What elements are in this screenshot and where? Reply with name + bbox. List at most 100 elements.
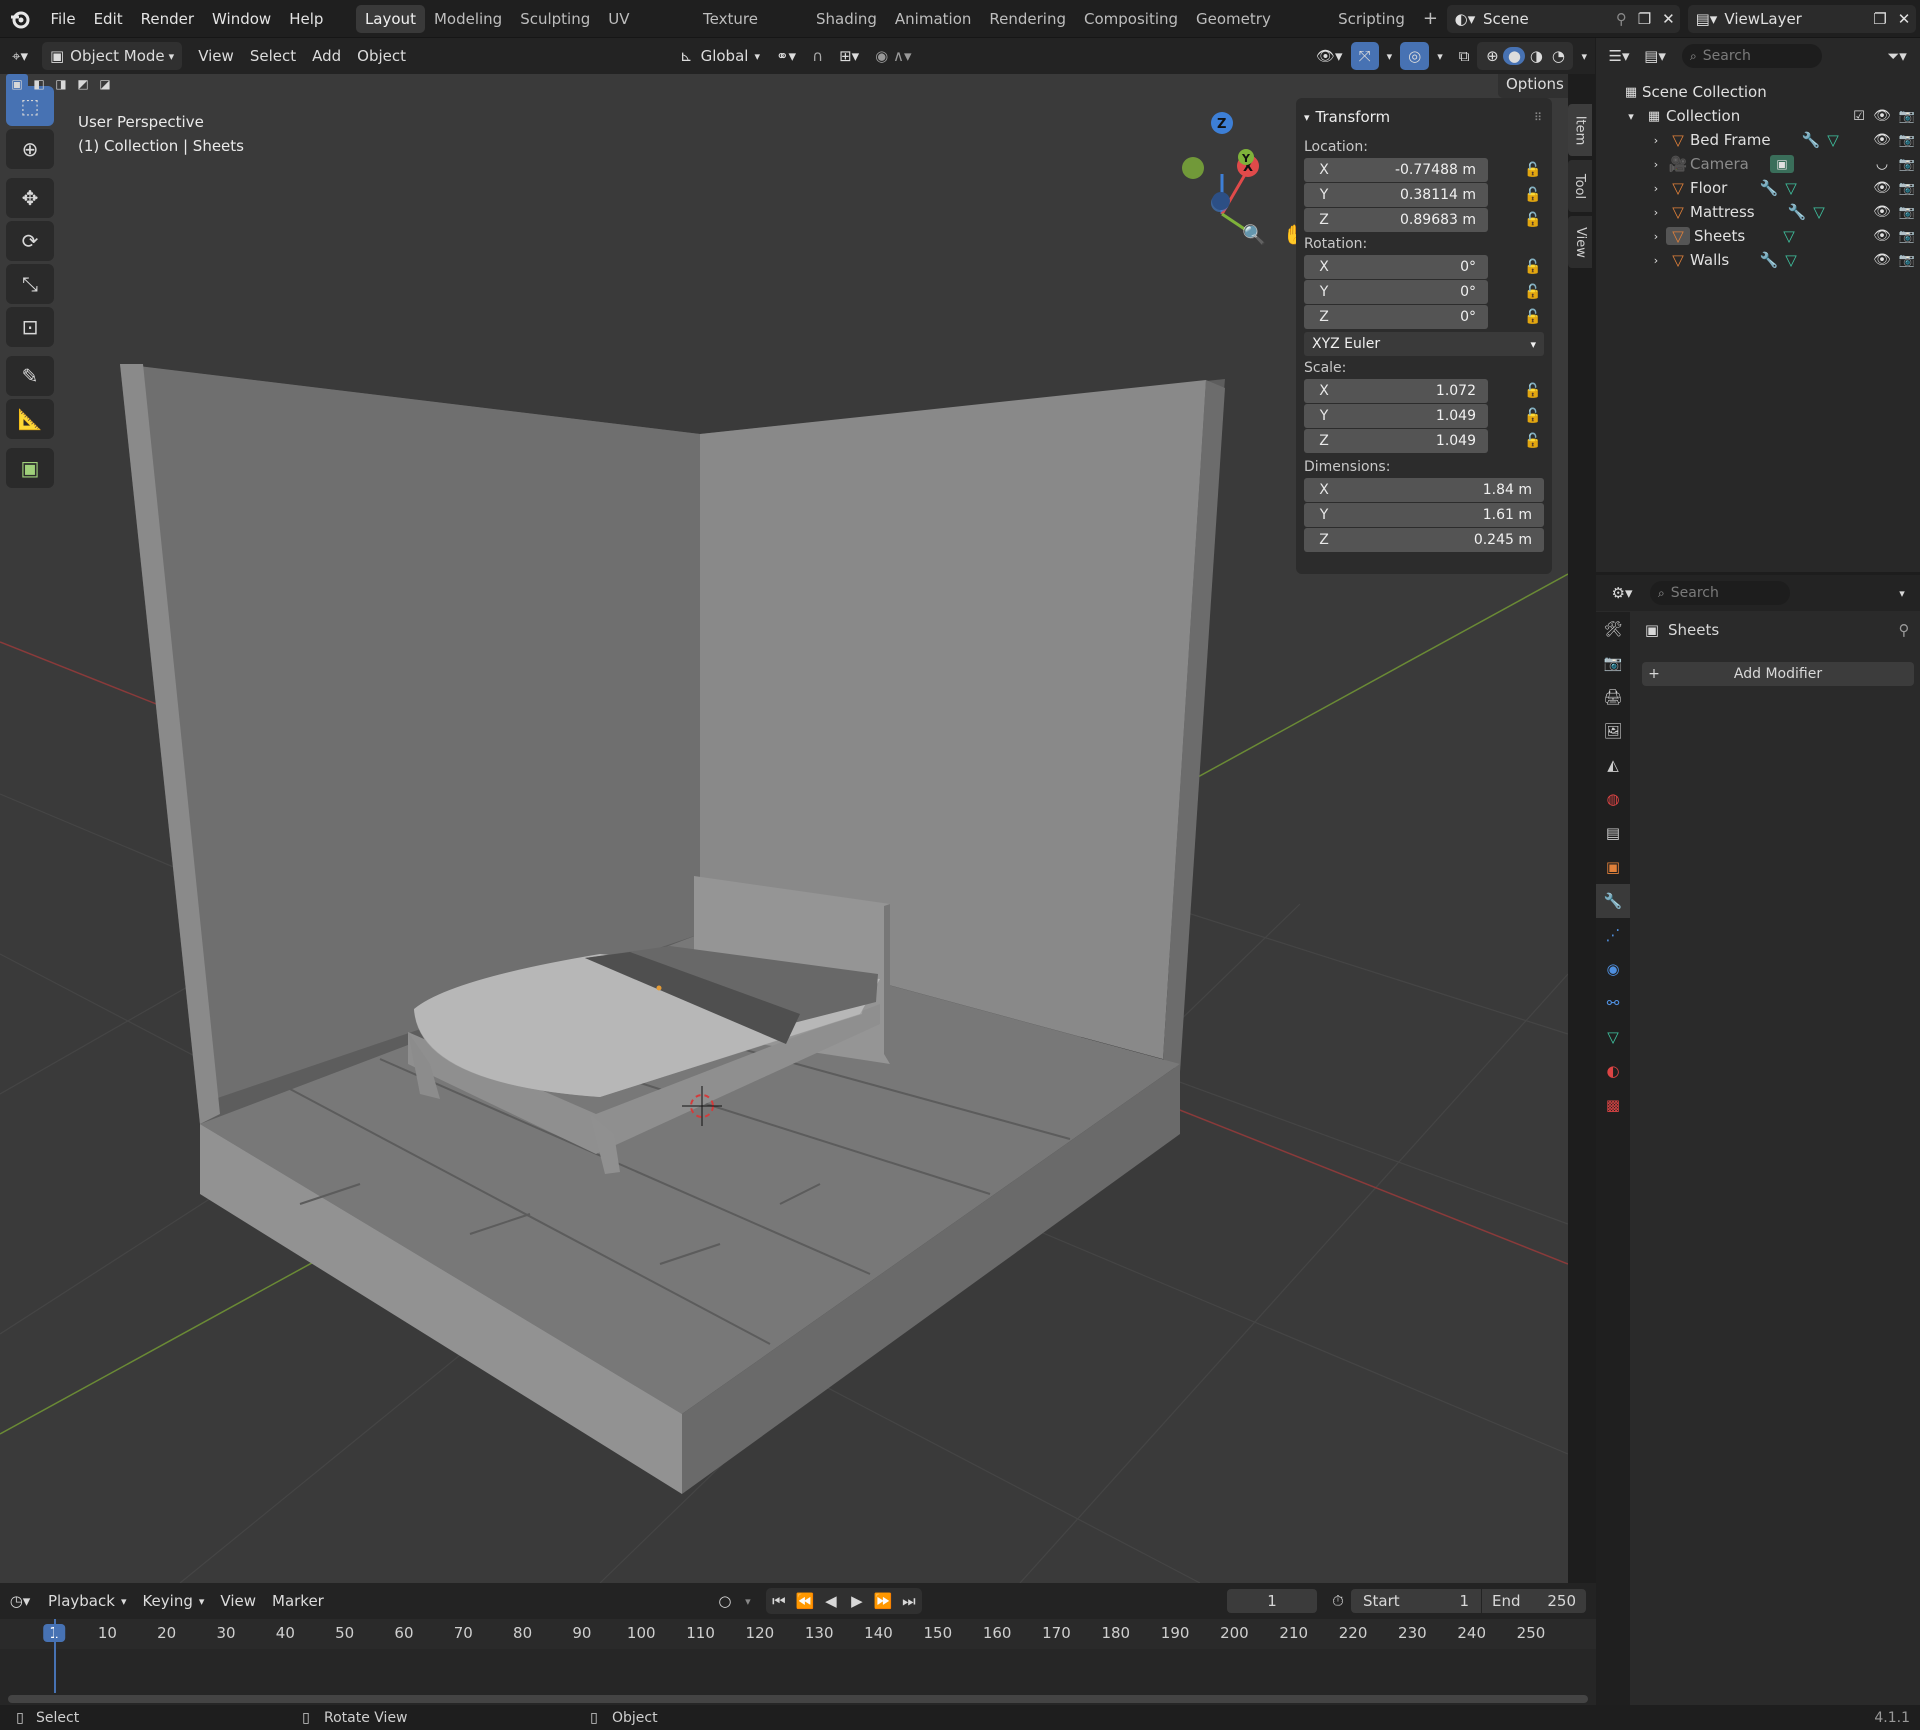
camera-data-icon[interactable]: ▣: [1770, 155, 1794, 173]
lock-icon[interactable]: 🔓: [1522, 380, 1544, 402]
pivot-point-button[interactable]: ⚭▾: [768, 42, 804, 70]
render-properties-icon[interactable]: 📷: [1596, 646, 1630, 680]
frame-ruler[interactable]: 1102030405060708090100110120130140150160…: [0, 1619, 1596, 1649]
chevron-right-icon[interactable]: ›: [1646, 182, 1666, 195]
chevron-right-icon[interactable]: ›: [1646, 254, 1666, 267]
keying-menu[interactable]: Keying ▾: [134, 1587, 212, 1615]
add-cube-tool[interactable]: ▣: [6, 448, 54, 488]
rotate-tool[interactable]: ⟳: [6, 221, 54, 261]
tab-geometry-nodes[interactable]: Geometry Nodes: [1187, 5, 1329, 56]
outliner-item-camera[interactable]: › 🎥 Camera ▣ ◡ 📷: [1596, 152, 1920, 176]
play-icon[interactable]: ▶: [844, 1592, 870, 1610]
display-mode-icon[interactable]: ▤▾: [1636, 47, 1674, 65]
menu-help[interactable]: Help: [280, 4, 332, 34]
end-frame-field[interactable]: End 250: [1482, 1589, 1586, 1613]
scene-collection-row[interactable]: ▦ Scene Collection: [1596, 80, 1920, 104]
zoom-icon[interactable]: 🔍: [1236, 216, 1272, 252]
modifier-properties-icon[interactable]: 🔧: [1596, 884, 1630, 918]
outliner-item-walls[interactable]: › ▽ Walls 🔧 ▽ 👁 📷: [1596, 248, 1920, 272]
wireframe-shading-icon[interactable]: ⊕: [1481, 47, 1503, 65]
location-x-field[interactable]: X -0.77488 m 🔓: [1304, 158, 1542, 182]
shading-buttons[interactable]: ⊕ ● ◑ ◔: [1477, 42, 1574, 70]
object-properties-icon[interactable]: ▣: [1596, 850, 1630, 884]
lock-icon[interactable]: 🔓: [1522, 256, 1544, 278]
pin-icon[interactable]: ⚲: [1892, 621, 1916, 639]
camera-render-icon[interactable]: 📷: [1894, 157, 1920, 172]
editor-type-icon[interactable]: ⚙▾: [1602, 584, 1642, 602]
tab-scripting[interactable]: Scripting: [1329, 5, 1414, 33]
select-extend-icon[interactable]: ◧: [28, 74, 50, 94]
eye-icon[interactable]: 👁: [1870, 228, 1894, 244]
rendered-shading-icon[interactable]: ◔: [1547, 47, 1569, 65]
overlay-toggle[interactable]: ◎: [1400, 42, 1430, 70]
scale-z-field[interactable]: Z 1.049 🔓: [1304, 429, 1542, 453]
navigation-gizmo[interactable]: Z X Y: [1182, 112, 1259, 232]
dimensions-x-field[interactable]: X 1.84 m: [1304, 478, 1544, 502]
snap-target-button[interactable]: ⊞▾: [831, 42, 867, 70]
collection-row[interactable]: ▾ ▦ Collection ☑ 👁 📷: [1596, 104, 1920, 128]
scale-tool[interactable]: ⤡: [6, 264, 54, 304]
chevron-right-icon[interactable]: ›: [1646, 206, 1666, 219]
select-new-icon[interactable]: ▣: [6, 74, 28, 94]
camera-render-icon[interactable]: 📷: [1894, 253, 1920, 268]
mesh-data-icon[interactable]: ▽: [1808, 203, 1830, 221]
eye-closed-icon[interactable]: ◡: [1870, 156, 1894, 172]
measure-tool[interactable]: 📐: [6, 399, 54, 439]
select-subtract-icon[interactable]: ◨: [50, 74, 72, 94]
filter-icon[interactable]: ⏷▾: [1880, 47, 1914, 65]
scene-selector[interactable]: ◐▾ Scene ⚲ ❐ ✕: [1446, 4, 1681, 33]
snap-toggle[interactable]: ∩: [804, 42, 831, 70]
mesh-data-icon[interactable]: ▽: [1780, 179, 1802, 197]
eye-icon[interactable]: 👁: [1870, 132, 1894, 148]
proportional-edit-toggle[interactable]: ◉ ∧▾: [867, 42, 919, 70]
options-button[interactable]: Options ▾: [1498, 74, 1568, 98]
eye-icon[interactable]: 👁: [1870, 108, 1894, 124]
wrench-modifier-icon[interactable]: 🔧: [1786, 203, 1808, 221]
cursor-tool[interactable]: ⊕: [6, 129, 54, 169]
blender-logo-icon[interactable]: [6, 5, 33, 33]
chevron-down-icon[interactable]: ▾: [1890, 587, 1914, 600]
material-properties-icon[interactable]: ◐: [1596, 1054, 1630, 1088]
physics-properties-icon[interactable]: ◉: [1596, 952, 1630, 986]
texture-properties-icon[interactable]: ▩: [1596, 1088, 1630, 1122]
scale-y-field[interactable]: Y 1.049 🔓: [1304, 404, 1542, 428]
stopwatch-icon[interactable]: ⏱: [1325, 1592, 1351, 1610]
rotation-x-field[interactable]: X 0° 🔓: [1304, 255, 1542, 279]
output-properties-icon[interactable]: 🖨: [1596, 680, 1630, 714]
world-properties-icon[interactable]: ◍: [1596, 782, 1630, 816]
outliner-search-input[interactable]: ⌕ Search: [1682, 44, 1822, 68]
tab-sculpting[interactable]: Sculpting: [511, 5, 599, 33]
eye-icon[interactable]: 👁: [1870, 252, 1894, 268]
eye-icon[interactable]: 👁: [1870, 204, 1894, 220]
select-intersect-icon[interactable]: ◪: [94, 74, 116, 94]
menu-window[interactable]: Window: [203, 4, 280, 34]
editor-type-icon[interactable]: ◷▾: [0, 1592, 40, 1610]
lock-icon[interactable]: 🔓: [1522, 209, 1544, 231]
drag-handle-icon[interactable]: ⠿: [1534, 111, 1542, 124]
view-layer-icon[interactable]: 🖼: [1596, 714, 1630, 748]
menu-file[interactable]: File: [41, 4, 84, 34]
outliner-item-bed-frame[interactable]: › ▽ Bed Frame 🔧 ▽ 👁 📷: [1596, 128, 1920, 152]
wrench-modifier-icon[interactable]: 🔧: [1800, 131, 1822, 149]
lock-icon[interactable]: 🔓: [1522, 306, 1544, 328]
mode-selector[interactable]: ▣ Object Mode ▾: [41, 42, 183, 70]
chevron-right-icon[interactable]: ›: [1646, 158, 1666, 171]
chevron-down-icon[interactable]: ▾: [738, 1595, 758, 1608]
add-modifier-button[interactable]: + Add Modifier: [1642, 662, 1914, 686]
chevron-right-icon[interactable]: ›: [1646, 134, 1666, 147]
tab-layout[interactable]: Layout: [355, 4, 425, 33]
overlay-dropdown[interactable]: ▾: [1429, 42, 1451, 70]
editor-type-icon[interactable]: ☰▾: [1602, 47, 1636, 65]
tab-texture-paint[interactable]: Texture Paint: [694, 5, 807, 56]
next-keyframe-icon[interactable]: ⏩: [870, 1592, 896, 1610]
new-view-layer-icon[interactable]: ❐: [1868, 10, 1892, 28]
timeline-view-menu[interactable]: View: [212, 1587, 264, 1615]
rotation-z-field[interactable]: Z 0° 🔓: [1304, 305, 1542, 329]
camera-render-icon[interactable]: 📷: [1894, 205, 1920, 220]
transform-tool[interactable]: ⊡: [6, 307, 54, 347]
lock-icon[interactable]: 🔓: [1522, 405, 1544, 427]
scale-x-field[interactable]: X 1.072 🔓: [1304, 379, 1542, 403]
jump-start-icon[interactable]: ⏮: [766, 1592, 792, 1610]
move-tool[interactable]: ✥: [6, 178, 54, 218]
annotate-tool[interactable]: ✎: [6, 356, 54, 396]
